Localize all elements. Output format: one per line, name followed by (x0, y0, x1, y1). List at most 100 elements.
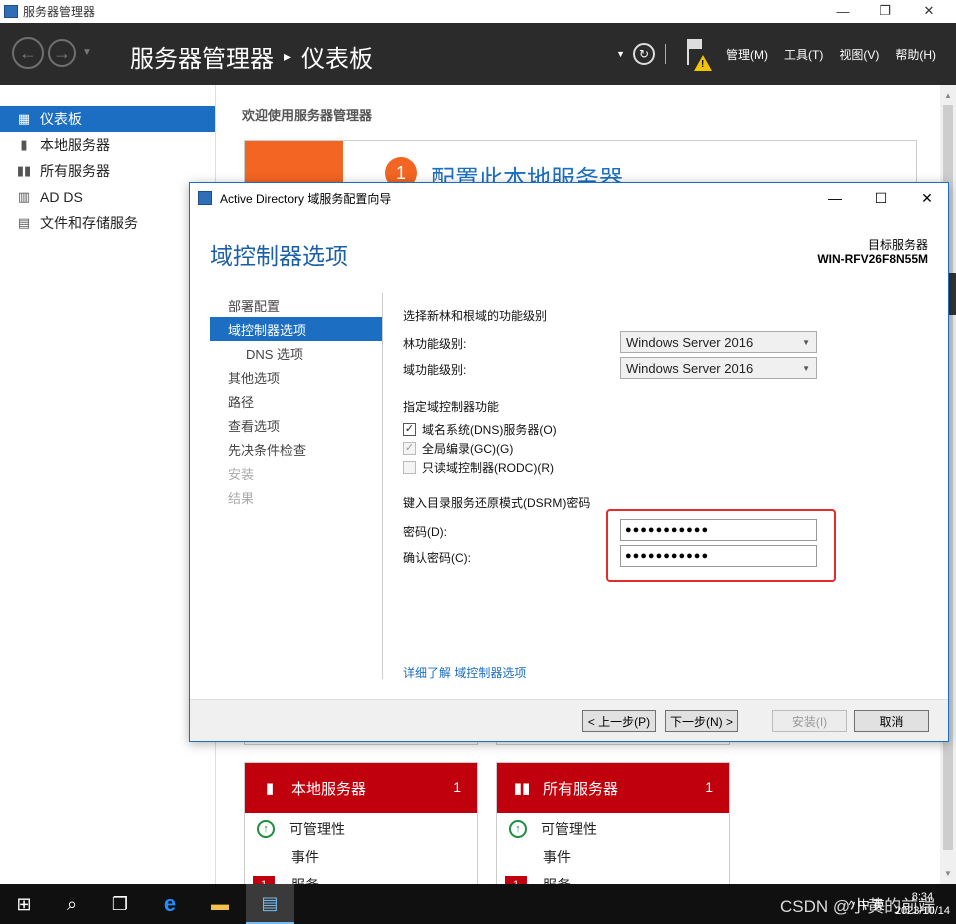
step-deployment-config[interactable]: 部署配置 (210, 293, 382, 317)
storage-icon: ▤ (17, 215, 31, 230)
tile-row-manageability[interactable]: ↑ 可管理性 (497, 815, 729, 843)
step-prerequisites-check[interactable]: 先决条件检查 (210, 437, 382, 461)
folder-icon: ▬ (211, 893, 229, 914)
tile-title: 本地服务器 (291, 780, 367, 798)
history-dropdown-icon[interactable]: ▼ (82, 47, 92, 58)
scroll-up-icon[interactable]: ▲ (944, 91, 952, 100)
dc-capabilities-heading: 指定域控制器功能 (403, 400, 500, 414)
dialog-maximize-button[interactable]: ☐ (858, 183, 904, 213)
global-catalog-checkbox: ✓ (403, 441, 416, 455)
servers-icon: ▮▮ (513, 780, 531, 797)
target-server-label: 目标服务器 (867, 238, 928, 252)
forward-arrow-icon: → (53, 42, 71, 63)
dns-server-label: 域名系统(DNS)服务器(O) (422, 422, 557, 437)
start-button[interactable]: ⊞ (0, 884, 48, 924)
scroll-down-icon[interactable]: ▼ (944, 869, 952, 878)
dropdown-icon[interactable]: ▼ (616, 49, 625, 59)
rodc-label: 只读域控制器(RODC)(R) (422, 460, 554, 475)
step-dns-options[interactable]: DNS 选项 (210, 341, 382, 365)
sidebar-item-dashboard[interactable]: ▦ 仪表板 (0, 106, 215, 132)
dialog-footer: < 上一步(P) 下一步(N) > 安装(I) 取消 (190, 699, 948, 741)
menu-help[interactable]: 帮助(H) (895, 46, 936, 63)
step-results: 结果 (228, 490, 255, 506)
sidebar-item-all-servers[interactable]: ▮▮ 所有服务器 (0, 158, 215, 184)
minimize-button[interactable]: — (820, 0, 866, 22)
tile-row-label: 事件 (543, 849, 571, 865)
rodc-checkbox (403, 460, 416, 474)
window-titlebar: 服务器管理器 — ❐ ✕ (0, 0, 956, 23)
task-view-button[interactable]: ❐ (96, 884, 144, 924)
domain-level-label: 域功能级别: (403, 363, 467, 377)
domain-level-value: Windows Server 2016 (626, 360, 754, 376)
learn-more-link[interactable]: 详细了解 域控制器选项 (403, 664, 526, 681)
dialog-title: Active Directory 域服务配置向导 (220, 191, 392, 206)
menu-tools[interactable]: 工具(T) (784, 46, 823, 63)
breadcrumb: 服务器管理器 ▸ 仪表板 (130, 39, 373, 74)
tile-title: 所有服务器 (543, 780, 619, 798)
internet-explorer-button[interactable]: e (146, 884, 194, 924)
search-button[interactable]: ⌕ (48, 884, 96, 924)
functional-level-heading: 选择新林和根域的功能级别 (403, 309, 548, 323)
domain-level-select[interactable]: Windows Server 2016 ▼ (620, 357, 817, 379)
menu-view[interactable]: 视图(V) (839, 46, 879, 63)
file-explorer-button[interactable]: ▬ (196, 884, 244, 924)
welcome-heading: 欢迎使用服务器管理器 (242, 108, 373, 123)
notifications-flag-icon[interactable]: ! (684, 37, 712, 71)
step-review-options[interactable]: 查看选项 (210, 413, 382, 437)
page-title: 仪表板 (301, 46, 374, 73)
menu-manage[interactable]: 管理(M) (726, 46, 768, 63)
dialog-minimize-button[interactable]: — (812, 183, 858, 213)
tile-row-events[interactable]: 事件 (497, 843, 729, 871)
rodc-option: 只读域控制器(RODC)(R) (403, 458, 554, 476)
server-icon: ▮ (20, 137, 28, 152)
next-button[interactable]: 下一步(N) > (665, 710, 738, 732)
tile-row-label: 可管理性 (541, 821, 597, 837)
close-button[interactable]: ✕ (906, 0, 952, 22)
internet-explorer-icon: e (163, 891, 177, 916)
tile-row-label: 事件 (291, 849, 319, 865)
tile-row-events[interactable]: 事件 (245, 843, 477, 871)
chevron-down-icon: ▼ (802, 363, 810, 373)
sidebar-item-file-storage[interactable]: ▤ 文件和存储服务 (0, 210, 215, 236)
watermark-text: CSDN @小黄的前端 (780, 897, 936, 916)
status-ok-icon: ↑ (509, 820, 527, 838)
search-icon: ⌕ (66, 893, 78, 914)
maximize-button[interactable]: ❐ (862, 0, 908, 22)
target-server-name: WIN-RFV26F8N55M (817, 252, 928, 266)
server-manager-app-icon (4, 5, 18, 18)
dns-server-checkbox[interactable]: ✓ (403, 422, 416, 436)
servers-icon: ▮▮ (16, 163, 32, 178)
adds-config-wizard-dialog: Active Directory 域服务配置向导 — ☐ ✕ 域控制器选项 目标… (189, 182, 949, 742)
forward-button[interactable]: → (48, 39, 76, 67)
cancel-button[interactable]: 取消 (854, 710, 929, 732)
all-servers-tile[interactable]: ▮▮ 所有服务器 1 ↑ 可管理性 事件 1 服务 (496, 762, 730, 894)
step-paths[interactable]: 路径 (210, 389, 382, 413)
tile-count: 1 (453, 779, 461, 795)
wizard-steps: 部署配置 域控制器选项 DNS 选项 其他选项 路径 查看选项 先决条件检查 安… (210, 293, 382, 509)
window-title: 服务器管理器 (23, 5, 96, 19)
dns-server-option[interactable]: ✓ 域名系统(DNS)服务器(O) (403, 420, 557, 438)
sidebar-item-label: 仪表板 (40, 111, 82, 127)
server-manager-taskbar-button[interactable]: ▤ (246, 884, 294, 924)
sidebar: ▦ 仪表板 ▮ 本地服务器 ▮▮ 所有服务器 ▥ AD DS ▤ 文件和存储服务 (0, 85, 216, 884)
dialog-close-button[interactable]: ✕ (904, 183, 950, 213)
forest-level-label: 林功能级别: (403, 337, 467, 351)
sidebar-item-local-server[interactable]: ▮ 本地服务器 (0, 132, 215, 158)
forest-level-select[interactable]: Windows Server 2016 ▼ (620, 331, 817, 353)
sidebar-item-label: 所有服务器 (40, 163, 110, 179)
refresh-icon[interactable]: ↻ (633, 43, 655, 65)
step-additional-options[interactable]: 其他选项 (210, 365, 382, 389)
sidebar-item-label: AD DS (40, 189, 83, 205)
app-header: ← → ▼ 服务器管理器 ▸ 仪表板 ▼ ↻ ! 管理(M) 工具(T) 视图(… (0, 23, 956, 85)
header-tools: ▼ ↻ ! 管理(M) 工具(T) 视图(V) 帮助(H) (616, 23, 956, 85)
back-button[interactable]: ← (12, 37, 44, 69)
sidebar-item-ad-ds[interactable]: ▥ AD DS (0, 184, 215, 210)
local-server-tile[interactable]: ▮ 本地服务器 1 ↑ 可管理性 事件 1 服务 (244, 762, 478, 894)
tile-row-manageability[interactable]: ↑ 可管理性 (245, 815, 477, 843)
dialog-heading: 域控制器选项 (210, 243, 348, 269)
highlight-annotation-box (606, 509, 836, 582)
windows-logo-icon: ⊞ (16, 893, 32, 914)
previous-button[interactable]: < 上一步(P) (582, 710, 656, 732)
step-dc-options[interactable]: 域控制器选项 (210, 317, 382, 341)
back-arrow-icon: ← (19, 42, 37, 63)
